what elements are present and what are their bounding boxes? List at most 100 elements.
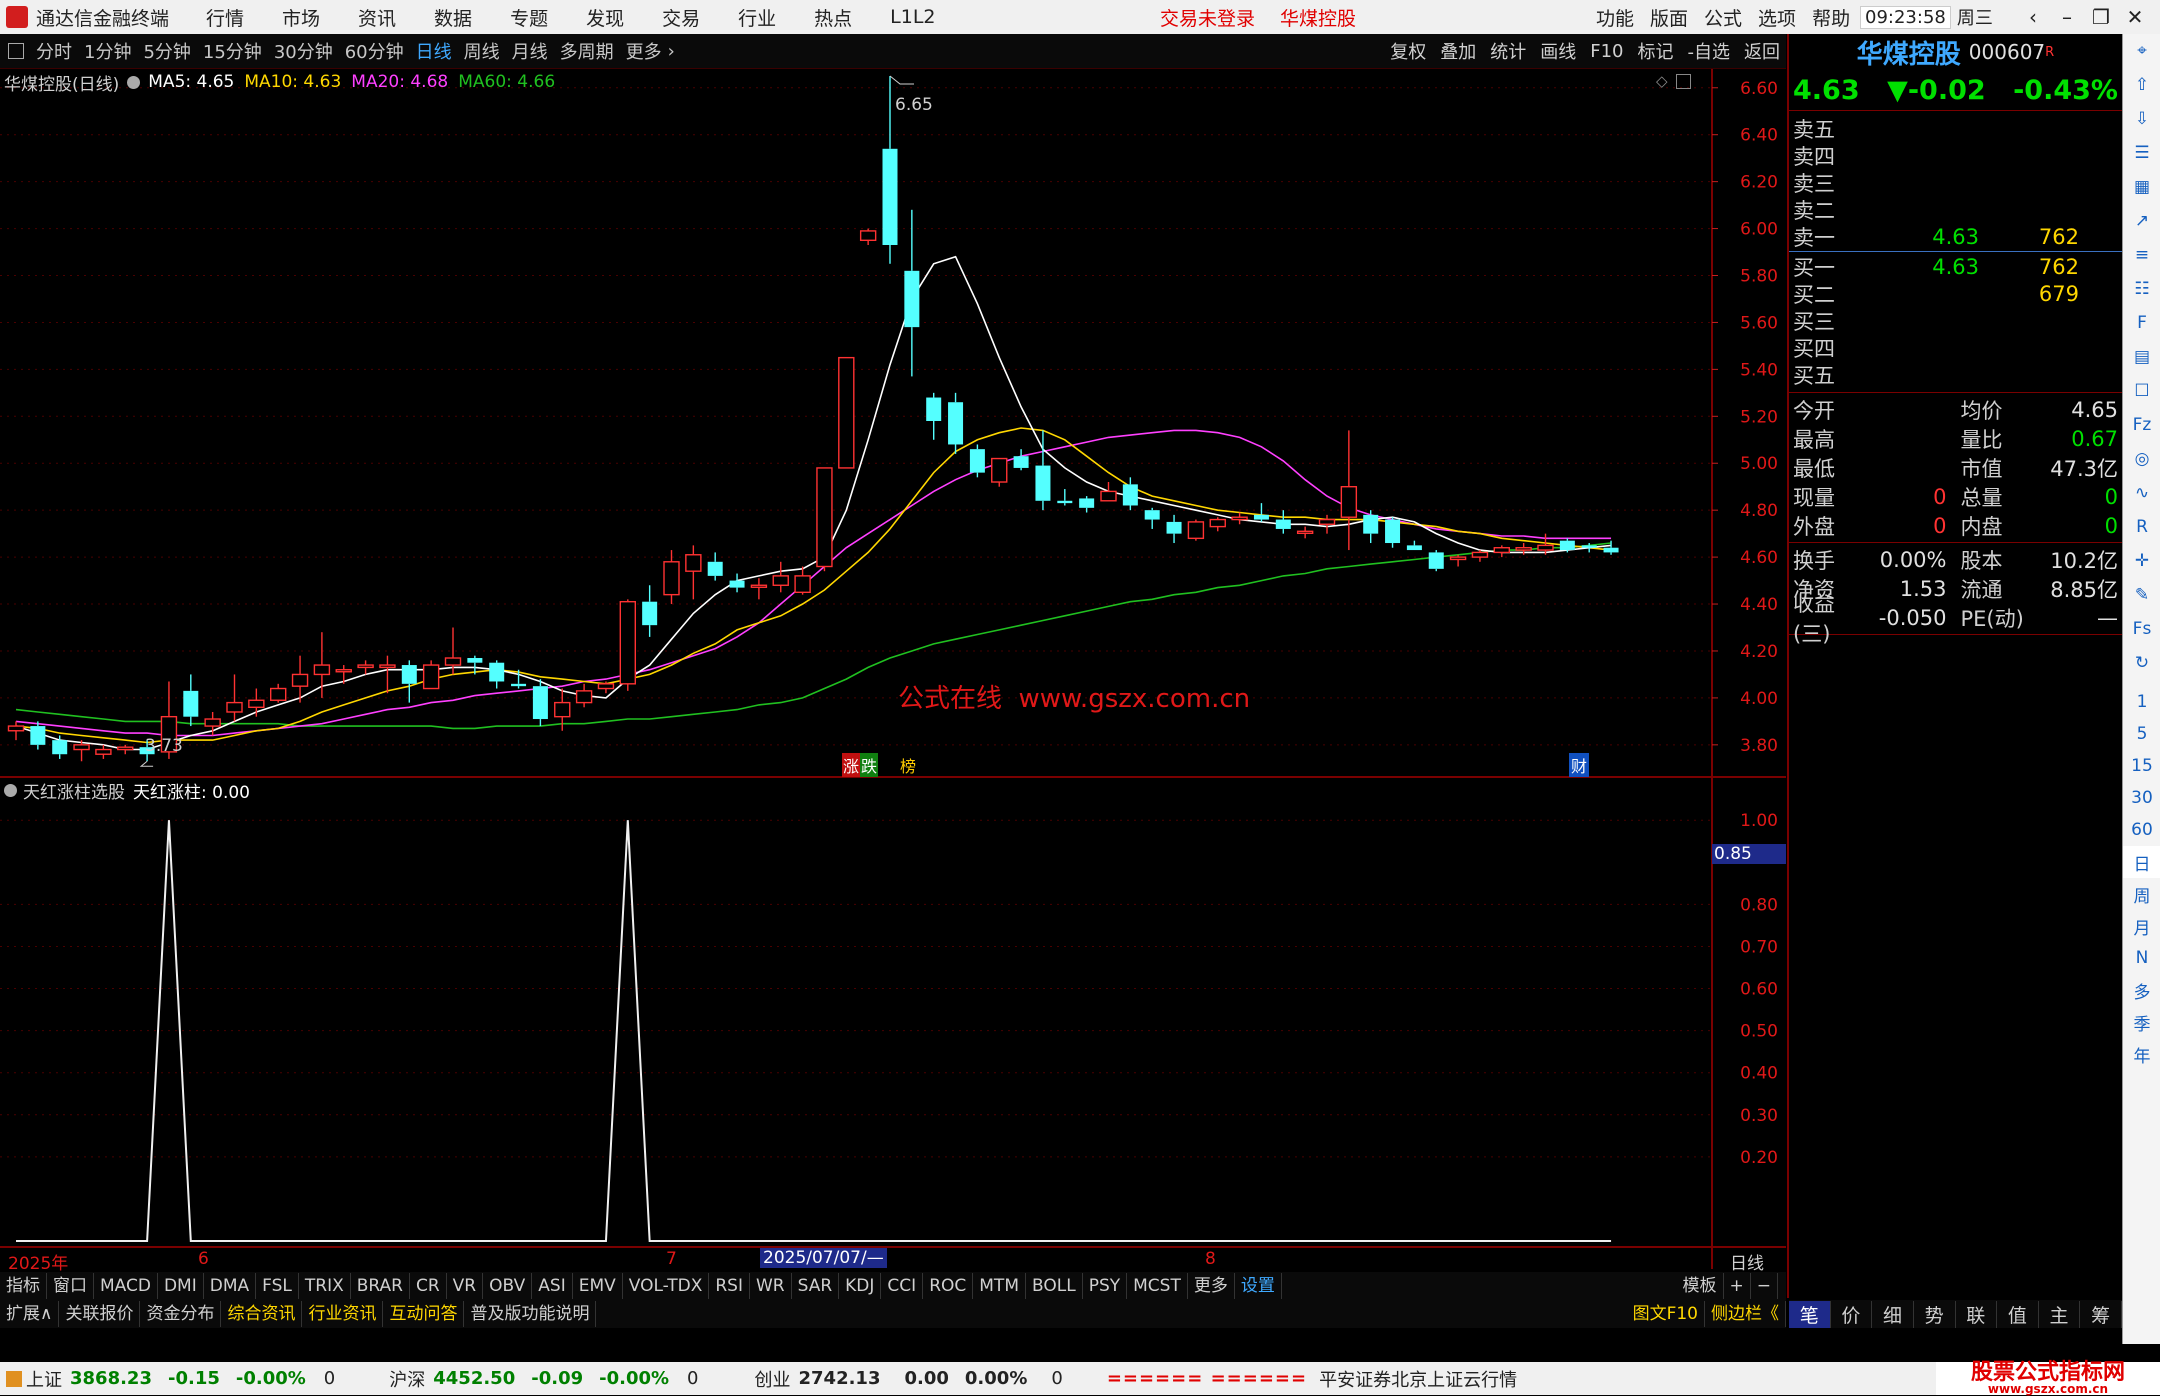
right-menu-item-2[interactable]: 公式 [1704,4,1742,31]
right-menu-item-0[interactable]: 功能 [1596,4,1634,31]
buy-row[interactable]: 买一 4.63 762 [1793,253,2118,280]
grid-icon[interactable]: ▦ [2123,170,2160,204]
indicator-tab-13[interactable]: VOL-TDX [623,1273,710,1299]
down-arrow-icon[interactable]: ⇩ [2123,102,2160,136]
candle[interactable] [1363,510,1379,544]
settings-icon[interactable] [127,75,141,89]
news-icon[interactable]: ☷ [2123,272,2160,306]
candle[interactable] [1231,512,1248,525]
toolbar-btn-2[interactable]: 统计 [1490,38,1526,64]
back-icon[interactable]: ‹ [2016,5,2050,29]
candle[interactable] [1079,496,1095,513]
toolbar-btn-7[interactable]: 返回 [1744,38,1780,64]
indicator-tab-14[interactable]: RSI [709,1273,750,1299]
line-chart-icon[interactable]: ↗ [2123,204,2160,238]
sell-row[interactable]: 卖三 [1793,169,2118,196]
candle[interactable] [1296,526,1314,539]
candle[interactable] [1428,550,1444,572]
candle[interactable] [663,550,680,605]
menu-item-3[interactable]: 数据 [434,4,472,31]
info-tab-0[interactable]: 扩展∧ [0,1301,60,1327]
report-icon[interactable]: ▤ [2123,340,2160,374]
indicator-tab-22[interactable]: PSY [1083,1273,1128,1299]
indicator-tab-19[interactable]: ROC [923,1273,974,1299]
side-period-5[interactable]: 日 [2123,846,2160,878]
indicator-tab-right-1[interactable]: + [1724,1273,1751,1299]
cy-name[interactable]: 创业 [755,1366,791,1392]
indicator-tab-18[interactable]: CCI [881,1273,924,1299]
candle[interactable] [357,660,374,675]
candle[interactable] [1166,514,1182,544]
side-period-3[interactable]: 30 [2123,782,2160,814]
fio-icon[interactable]: F [2123,306,2160,340]
sell-row[interactable]: 卖四 [1793,142,2118,169]
candle[interactable] [95,744,112,759]
candle[interactable] [1187,519,1205,541]
indicator-tab-4[interactable]: DMA [204,1273,257,1299]
side-period-1[interactable]: 5 [2123,718,2160,750]
indicator-tab-21[interactable]: BOLL [1026,1273,1083,1299]
buy-row[interactable]: 买二 679 [1793,280,2118,307]
right-menu-item-1[interactable]: 版面 [1650,4,1688,31]
indicator-tab-9[interactable]: VR [447,1273,484,1299]
menu-item-2[interactable]: 资讯 [358,4,396,31]
candle[interactable] [772,561,789,593]
list-icon[interactable]: ☰ [2123,136,2160,170]
candle[interactable] [117,744,134,755]
indicator-tab-7[interactable]: BRAR [351,1273,410,1299]
sell-row[interactable]: 卖二 [1793,196,2118,223]
fs-icon[interactable]: Fs [2123,612,2160,646]
candle[interactable] [1209,517,1226,532]
side-period-8[interactable]: N [2123,942,2160,974]
candle[interactable] [1035,430,1051,511]
indicator-tab-20[interactable]: MTM [973,1273,1026,1299]
tag-bang[interactable]: 榜 [900,753,916,777]
indicator-tab-1[interactable]: 窗口 [47,1273,94,1299]
buy-row[interactable]: 买三 [1793,307,2118,334]
candle[interactable] [1449,554,1467,567]
panel-tab-1[interactable]: 价 [1831,1300,1873,1328]
candle[interactable] [1013,449,1029,471]
period-tab-9[interactable]: 多周期 [560,38,614,64]
period-tab-6[interactable]: 日线 [416,38,452,64]
indicator-tab-17[interactable]: KDJ [839,1273,882,1299]
indicator-tab-right-2[interactable]: − [1751,1273,1778,1299]
period-tab-3[interactable]: 15分钟 [203,38,262,64]
indicator-tab-15[interactable]: WR [750,1273,792,1299]
indicator-tab-8[interactable]: CR [410,1273,447,1299]
indicator-tab-24[interactable]: 更多 [1188,1273,1235,1299]
side-period-10[interactable]: 季 [2123,1006,2160,1038]
menu-item-4[interactable]: 专题 [510,4,548,31]
info-tab-3[interactable]: 综合资讯 [221,1301,303,1327]
panel-tab-4[interactable]: 联 [1956,1300,1998,1328]
menu-item-8[interactable]: 热点 [814,4,852,31]
login-status[interactable]: 交易未登录 [1160,4,1255,31]
menu-item-9[interactable]: L1L2 [890,6,935,28]
buy-row[interactable]: 买四 [1793,334,2118,361]
candle[interactable] [685,545,702,600]
info-tab-4[interactable]: 行业资讯 [302,1301,384,1327]
indicator-tab-23[interactable]: MCST [1127,1273,1188,1299]
period-tab-10[interactable]: 更多 [626,38,662,64]
candle[interactable] [991,457,1008,487]
candle[interactable] [7,721,25,741]
candle-icon[interactable]: ≡ [2123,238,2160,272]
toolbar-btn-3[interactable]: 画线 [1540,38,1576,64]
info-tab-5[interactable]: 互动问答 [383,1301,465,1327]
candle[interactable] [1406,540,1422,551]
rsi-icon[interactable]: R [2123,510,2160,544]
pen-icon[interactable]: ✎ [2123,578,2160,612]
toolbar-btn-0[interactable]: 复权 [1390,38,1426,64]
candle[interactable] [926,392,942,440]
candle[interactable] [904,209,920,377]
side-period-9[interactable]: 多 [2123,974,2160,1006]
side-period-6[interactable]: 周 [2123,878,2160,910]
sell-row[interactable]: 卖五 [1793,115,2118,142]
candle[interactable] [401,660,417,703]
toolbar-btn-6[interactable]: -自选 [1688,38,1731,64]
circle-icon[interactable]: ◎ [2123,442,2160,476]
candle[interactable] [619,599,636,691]
candle[interactable] [1385,517,1401,548]
candle[interactable] [816,467,833,572]
toolbar-btn-4[interactable]: F10 [1590,41,1623,62]
